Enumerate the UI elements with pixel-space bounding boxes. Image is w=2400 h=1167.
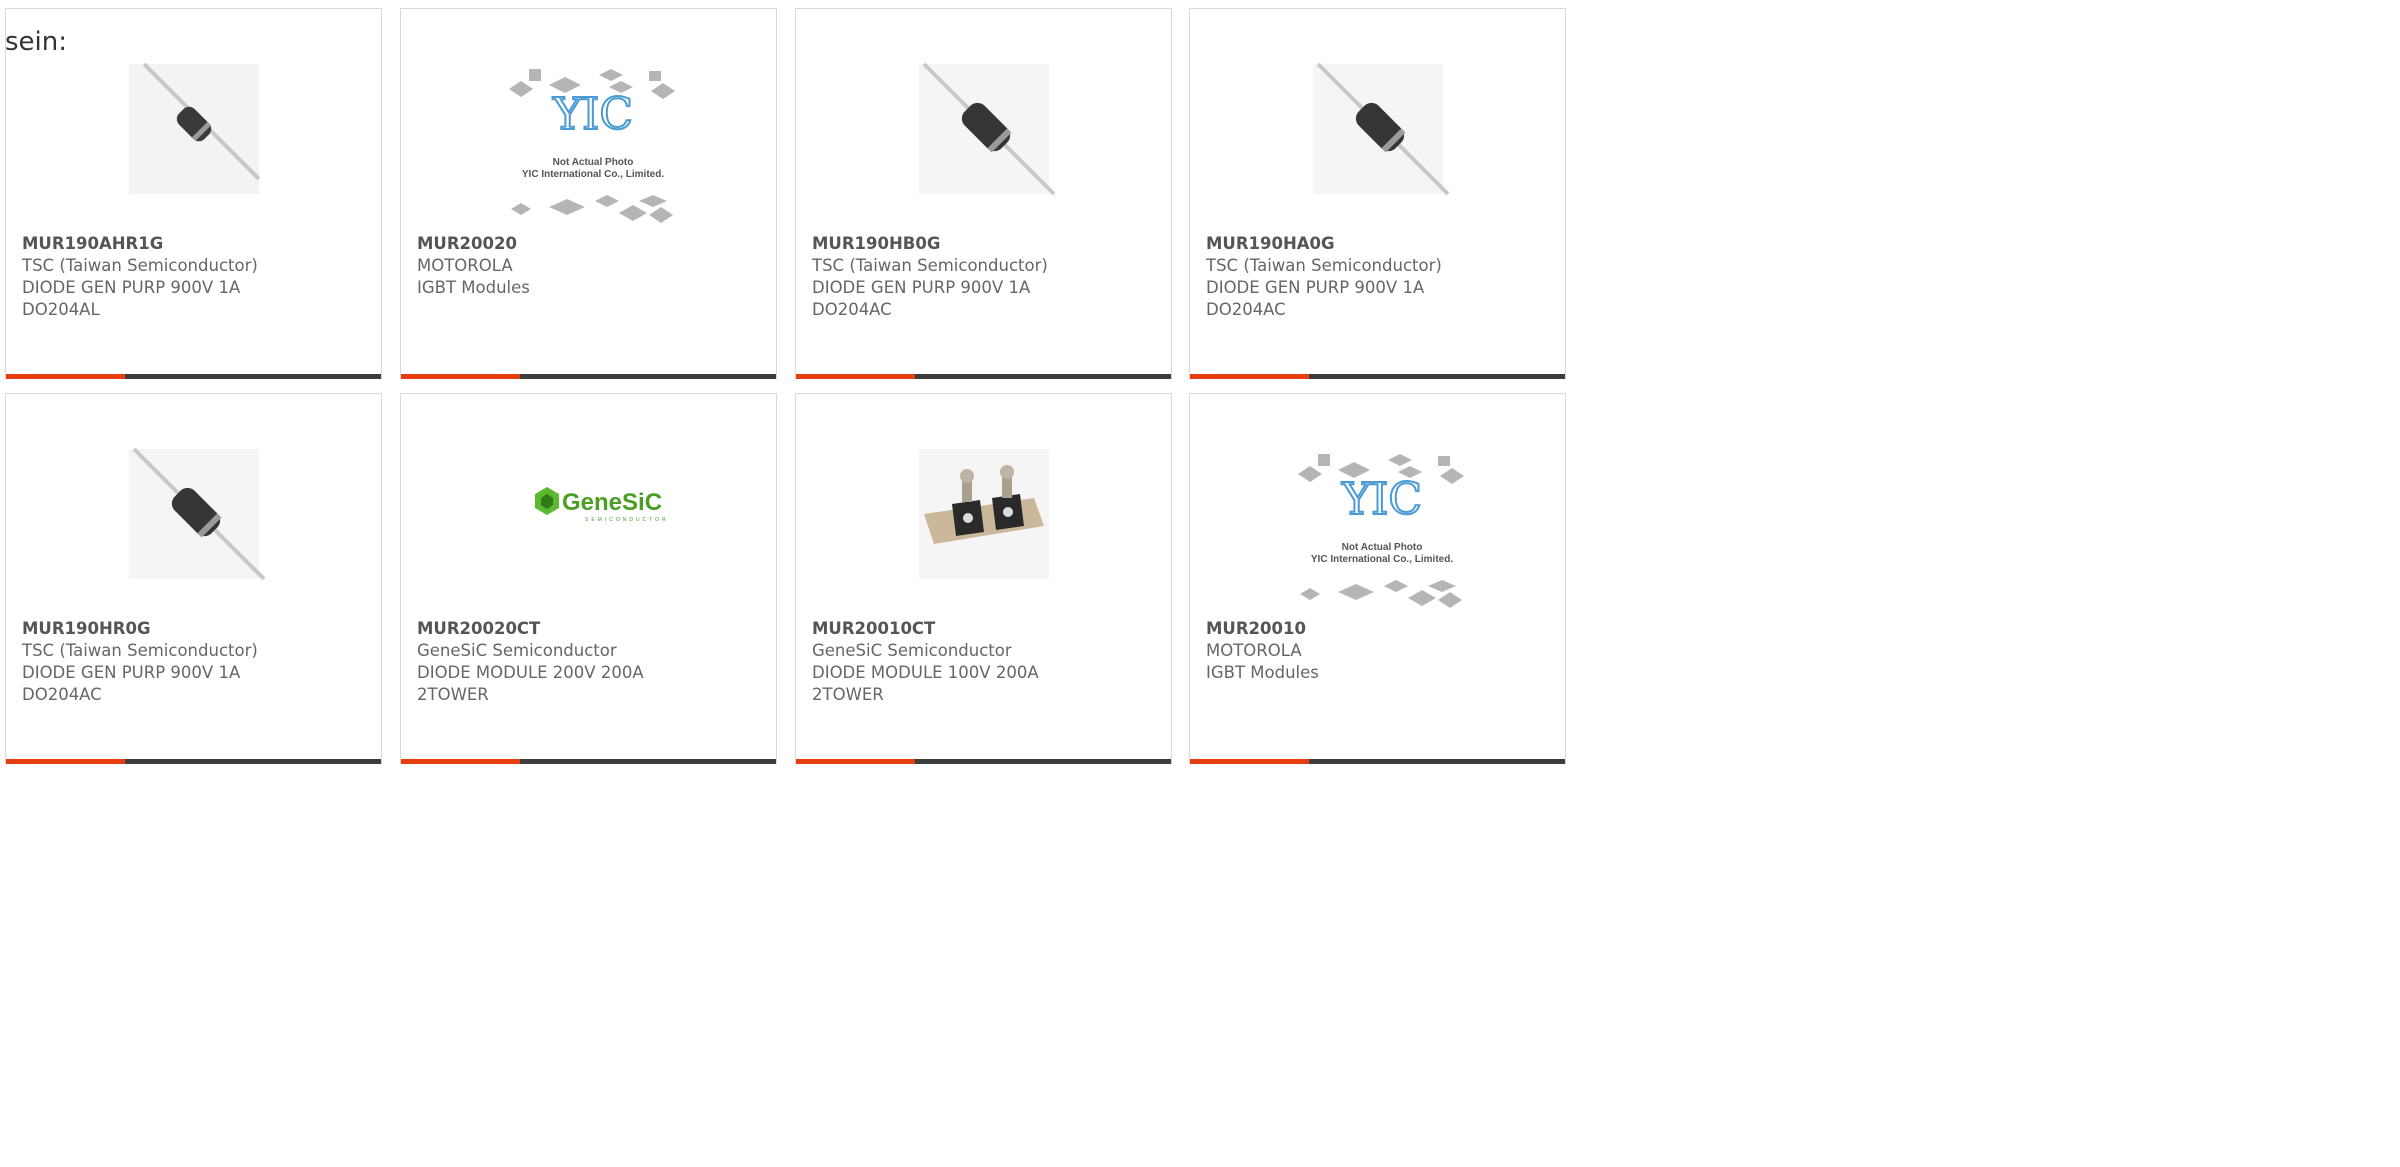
card-accent <box>6 374 125 379</box>
description: DIODE GEN PURP 900V 1A <box>22 663 241 682</box>
part-number[interactable]: MUR190HR0G <box>22 618 258 640</box>
card-accent <box>796 374 915 379</box>
card-bottom-bar <box>796 759 1171 764</box>
description: IGBT Modules <box>417 278 530 297</box>
svg-text:YIC: YIC <box>1340 474 1421 525</box>
product-card[interactable]: MUR190HB0G TSC (Taiwan Semiconductor) DI… <box>795 8 1172 379</box>
manufacturer: MOTOROLA <box>417 256 513 275</box>
part-number[interactable]: MUR20020 <box>417 233 530 255</box>
manufacturer: TSC (Taiwan Semiconductor) <box>22 256 258 275</box>
product-card[interactable]: GeneSiC SEMICONDUCTOR MUR20020CT GeneSiC… <box>400 393 777 764</box>
product-card[interactable]: MUR20010CT GeneSiC Semiconductor DIODE M… <box>795 393 1172 764</box>
placeholder-line2: YIC International Co., Limited. <box>1310 554 1452 565</box>
card-accent <box>1190 374 1309 379</box>
card-bottom-bar <box>6 759 381 764</box>
card-accent <box>1190 759 1309 764</box>
part-number[interactable]: MUR190AHR1G <box>22 233 258 255</box>
axial-diode-image <box>128 447 265 581</box>
manufacturer: GeneSiC Semiconductor <box>417 641 617 660</box>
part-number[interactable]: MUR190HA0G <box>1206 233 1442 255</box>
manufacturer: TSC (Taiwan Semiconductor) <box>22 641 258 660</box>
svg-text:YIC: YIC <box>551 89 632 140</box>
part-number[interactable]: MUR20010CT <box>812 618 1039 640</box>
package: DO204AC <box>812 300 892 319</box>
yic-placeholder-image: YIC Not Actual Photo YIC International C… <box>508 69 675 223</box>
genesic-logo-subtext: SEMICONDUCTOR <box>585 517 669 523</box>
manufacturer: TSC (Taiwan Semiconductor) <box>1206 256 1442 275</box>
card-accent <box>401 374 520 379</box>
product-card[interactable]: MUR190AHR1G TSC (Taiwan Semiconductor) D… <box>5 8 382 379</box>
placeholder-line1: Not Actual Photo <box>1341 542 1422 553</box>
description: IGBT Modules <box>1206 663 1319 682</box>
card-bottom-bar <box>1190 374 1565 379</box>
placeholder-line1: Not Actual Photo <box>552 157 633 168</box>
card-bottom-bar <box>401 374 776 379</box>
axial-diode-image <box>1312 62 1449 196</box>
yic-placeholder-image: YIC Not Actual Photo YIC International C… <box>1297 454 1464 608</box>
description: DIODE MODULE 100V 200A <box>812 663 1039 682</box>
manufacturer: TSC (Taiwan Semiconductor) <box>812 256 1048 275</box>
part-number[interactable]: MUR20020CT <box>417 618 644 640</box>
2tower-module-image <box>918 449 1049 579</box>
product-card[interactable]: MUR190HR0G TSC (Taiwan Semiconductor) DI… <box>5 393 382 764</box>
axial-diode-image <box>128 62 260 194</box>
genesic-logo-text: GeneSiC <box>562 489 662 516</box>
product-grid: MUR190AHR1G TSC (Taiwan Semiconductor) D… <box>0 0 1568 764</box>
product-card[interactable]: YIC Not Actual Photo YIC International C… <box>400 8 777 379</box>
description: DIODE GEN PURP 900V 1A <box>22 278 241 297</box>
product-card[interactable]: YIC Not Actual Photo YIC International C… <box>1189 393 1566 764</box>
card-bottom-bar <box>6 374 381 379</box>
package: DO204AC <box>1206 300 1286 319</box>
card-accent <box>401 759 520 764</box>
card-accent <box>796 759 915 764</box>
card-bottom-bar <box>1190 759 1565 764</box>
product-card[interactable]: MUR190HA0G TSC (Taiwan Semiconductor) DI… <box>1189 8 1566 379</box>
package: DO204AL <box>22 300 100 319</box>
placeholder-line2: YIC International Co., Limited. <box>521 169 663 180</box>
part-number[interactable]: MUR20010 <box>1206 618 1319 640</box>
description: DIODE GEN PURP 900V 1A <box>812 278 1031 297</box>
card-bottom-bar <box>796 374 1171 379</box>
manufacturer: MOTOROLA <box>1206 641 1302 660</box>
card-bottom-bar <box>401 759 776 764</box>
card-accent <box>6 759 125 764</box>
description: DIODE GEN PURP 900V 1A <box>1206 278 1425 297</box>
package: 2TOWER <box>812 685 884 704</box>
genesic-logo-image: GeneSiC SEMICONDUCTOR <box>534 487 669 523</box>
axial-diode-image <box>918 62 1055 196</box>
package: DO204AC <box>22 685 102 704</box>
description: DIODE MODULE 200V 200A <box>417 663 644 682</box>
intro-text: sein: <box>5 27 68 57</box>
part-number[interactable]: MUR190HB0G <box>812 233 1048 255</box>
manufacturer: GeneSiC Semiconductor <box>812 641 1012 660</box>
package: 2TOWER <box>417 685 489 704</box>
